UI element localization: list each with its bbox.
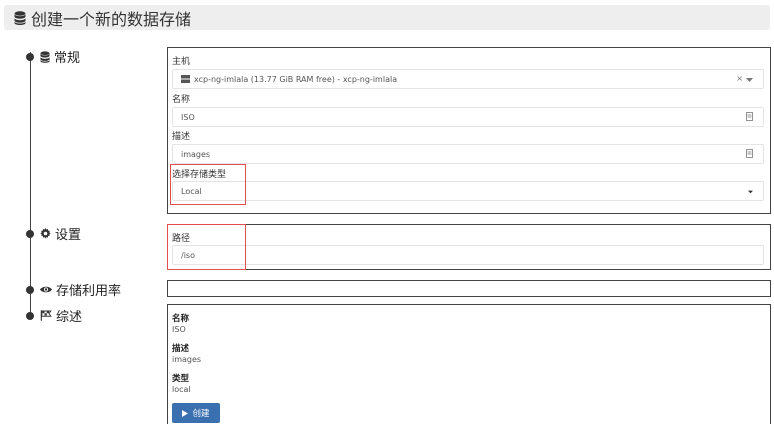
- step-dot: [26, 52, 34, 61]
- highlight-box: [170, 164, 246, 205]
- summary-name-label: 名称: [172, 314, 190, 324]
- highlight-box: [167, 224, 246, 270]
- host-value: xcp-ng-imlala (13.77 GiB RAM free) - xcp…: [194, 74, 398, 84]
- database-icon: [14, 10, 26, 25]
- summary-panel: 名称 ISO 描述 images 类型 local 创建: [167, 304, 771, 424]
- summary-type-value: local: [172, 385, 191, 394]
- gear-icon: [40, 228, 51, 239]
- summary-description-value: images: [172, 355, 202, 364]
- settings-panel: 路径 /iso: [167, 224, 771, 270]
- create-button-label: 创建: [192, 409, 210, 419]
- name-input[interactable]: ISO: [172, 107, 764, 127]
- input-menu-icon: [746, 149, 753, 158]
- storage-type-select[interactable]: Local: [172, 181, 764, 201]
- step-summary[interactable]: 综述: [26, 306, 82, 325]
- database-icon: [40, 50, 50, 63]
- step-dot: [26, 311, 34, 320]
- create-button[interactable]: 创建: [172, 403, 220, 423]
- input-menu-icon: [746, 112, 753, 121]
- step-label: 设置: [55, 228, 82, 243]
- step-dot: [26, 229, 34, 238]
- name-value: ISO: [181, 112, 195, 122]
- chevron-down-icon[interactable]: [746, 78, 753, 82]
- step-label: 综述: [56, 310, 83, 325]
- wizard-timeline: [30, 52, 31, 314]
- storage-usage-panel: [167, 280, 771, 297]
- page-header: 创建一个新的数据存储: [4, 5, 770, 30]
- step-label: 常规: [54, 51, 81, 66]
- description-label: 描述: [172, 132, 191, 142]
- flag-icon: [40, 310, 52, 321]
- chevron-down-icon[interactable]: [748, 190, 753, 194]
- description-input[interactable]: images: [172, 144, 764, 164]
- summary-type-label: 类型: [172, 374, 190, 384]
- name-label: 名称: [172, 95, 191, 105]
- page-title: 创建一个新的数据存储: [31, 9, 192, 29]
- step-general[interactable]: 常规: [26, 47, 80, 66]
- step-storage-usage[interactable]: 存储利用率: [26, 280, 121, 299]
- general-panel: 主机 xcp-ng-imlala (13.77 GiB RAM free) - …: [167, 47, 771, 214]
- description-value: images: [181, 149, 211, 159]
- step-label: 存储利用率: [56, 284, 122, 299]
- summary-name-value: ISO: [172, 325, 186, 334]
- server-icon: [181, 75, 190, 83]
- eye-icon: [40, 286, 52, 293]
- play-icon: [182, 409, 189, 417]
- step-dot: [26, 285, 34, 294]
- clear-host-icon[interactable]: ×: [736, 74, 743, 83]
- host-label: 主机: [172, 57, 191, 67]
- host-select[interactable]: xcp-ng-imlala (13.77 GiB RAM free) - xcp…: [172, 69, 764, 89]
- path-input[interactable]: /iso: [172, 245, 764, 265]
- summary-description-label: 描述: [172, 344, 190, 354]
- step-settings[interactable]: 设置: [26, 224, 81, 243]
